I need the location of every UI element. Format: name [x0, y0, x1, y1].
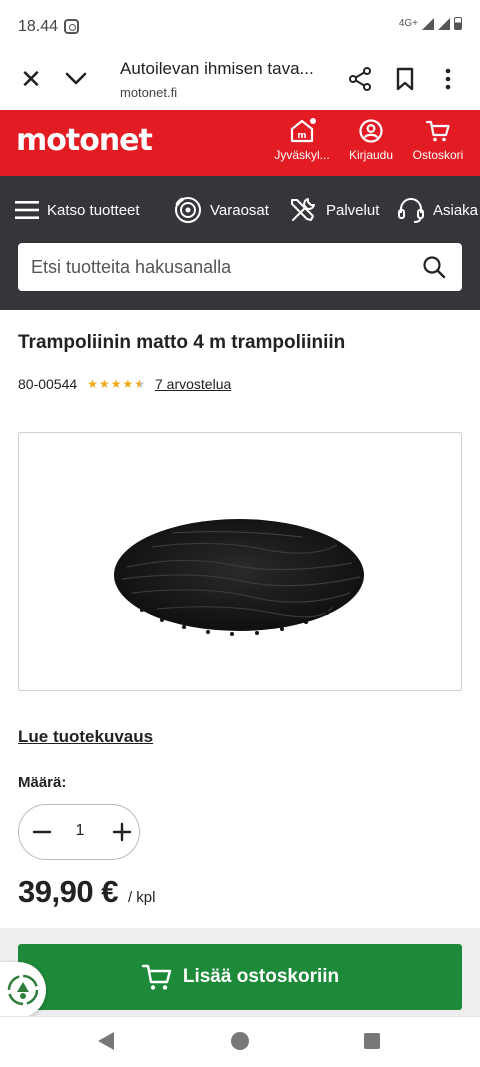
- recents-icon[interactable]: [364, 1033, 380, 1049]
- nav-item-spare-parts[interactable]: Varaosat: [174, 192, 269, 228]
- chevron-down-icon[interactable]: [62, 66, 90, 92]
- nav-item-services[interactable]: Palvelut: [288, 192, 379, 228]
- search-bar[interactable]: [18, 243, 462, 291]
- network-type: 4G+: [398, 18, 418, 29]
- nav-label-customer-service: Asiaka: [433, 201, 479, 219]
- status-time: 18.44: [18, 18, 59, 35]
- star-icon: ★: [110, 377, 122, 391]
- add-to-cart-bar: Lisää ostoskoriin: [0, 928, 480, 1016]
- store-selector-button[interactable]: m Jyväskyl...: [270, 116, 334, 162]
- cart-icon: [425, 120, 450, 142]
- product-price: 39,90 €: [18, 874, 118, 909]
- status-bar: 18.44 4G+: [0, 0, 480, 52]
- cart-icon: [141, 964, 172, 990]
- main-navigation: Katso tuotteet Varaosat Palvelut Asiaka …: [0, 176, 480, 310]
- store-indicator-dot: [308, 116, 318, 126]
- star-icon: ★: [122, 377, 134, 391]
- add-to-cart-button[interactable]: Lisää ostoskoriin: [18, 944, 462, 1010]
- brake-disc-icon: [175, 197, 201, 223]
- product-image-frame[interactable]: [18, 432, 462, 691]
- star-rating: ★ ★ ★ ★ ★: [87, 378, 145, 390]
- minus-icon[interactable]: [27, 817, 57, 847]
- instagram-notification-icon: [64, 19, 79, 34]
- browser-toolbar: ✕ Autoilevan ihmisen tava... motonet.fi: [0, 52, 480, 110]
- nav-label-services: Palvelut: [326, 201, 380, 219]
- home-icon[interactable]: [231, 1032, 249, 1050]
- status-indicators: 4G+: [399, 17, 462, 30]
- reviews-link[interactable]: 7 arvostelua: [155, 376, 231, 392]
- price-unit: / kpl: [127, 889, 156, 906]
- trampoline-mat-image: [114, 519, 364, 636]
- user-icon: [359, 119, 383, 143]
- plus-icon[interactable]: [107, 817, 137, 847]
- tools-icon: [291, 198, 315, 221]
- search-input[interactable]: [31, 243, 411, 291]
- product-title: Trampoliinin matto 4 m trampoliiniin: [18, 332, 346, 353]
- system-navigation-bar: [0, 1016, 480, 1067]
- star-icon: ★: [98, 377, 110, 391]
- star-icon: ★: [87, 377, 98, 391]
- overflow-menu-icon[interactable]: [440, 66, 456, 92]
- close-icon[interactable]: ✕: [18, 66, 44, 92]
- search-icon[interactable]: [422, 255, 446, 279]
- price-row: 39,90 € / kpl: [18, 874, 155, 910]
- nav-row: Katso tuotteet Varaosat Palvelut Asiaka: [0, 192, 480, 228]
- nav-label-spare-parts: Varaosat: [210, 201, 269, 219]
- recycle-icon: [7, 974, 39, 1006]
- signal-icon-2: [438, 17, 450, 30]
- product-meta: 80-00544 ★ ★ ★ ★ ★ 7 arvostelua: [18, 374, 231, 394]
- cart-button[interactable]: Ostoskori: [408, 118, 468, 162]
- cart-label: Ostoskori: [412, 148, 464, 162]
- page-url: motonet.fi: [120, 85, 178, 100]
- nav-item-browse-products[interactable]: Katso tuotteet: [15, 192, 140, 228]
- nav-label-browse-products: Katso tuotteet: [47, 201, 140, 219]
- svg-text:m: m: [297, 131, 306, 141]
- login-label: Kirjaudu: [348, 148, 394, 162]
- signal-icon: [422, 17, 434, 30]
- share-icon[interactable]: [348, 66, 372, 92]
- battery-icon: [454, 17, 462, 30]
- product-sku: 80-00544: [18, 376, 78, 392]
- page-title: Autoilevan ihmisen tava...: [120, 59, 314, 78]
- add-to-cart-label: Lisää ostoskoriin: [182, 966, 340, 987]
- headset-icon: [398, 198, 424, 223]
- quantity-value[interactable]: 1: [63, 822, 97, 840]
- back-icon[interactable]: [98, 1032, 114, 1050]
- store-label: Jyväskyl...: [274, 148, 330, 162]
- nav-item-customer-service[interactable]: Asiaka: [397, 192, 478, 228]
- bookmark-icon[interactable]: [395, 66, 415, 92]
- hamburger-menu-icon: [15, 201, 39, 219]
- read-description-link[interactable]: Lue tuotekuvaus: [18, 727, 153, 747]
- quantity-label: Määrä:: [18, 774, 67, 791]
- login-button[interactable]: Kirjaudu: [345, 118, 397, 162]
- site-header: motonet m Jyväskyl... Kirjaudu Ostoskori: [0, 110, 480, 176]
- motonet-logo[interactable]: motonet: [16, 123, 153, 158]
- quantity-stepper: 1: [18, 804, 140, 860]
- half-star-icon: ★: [134, 377, 145, 391]
